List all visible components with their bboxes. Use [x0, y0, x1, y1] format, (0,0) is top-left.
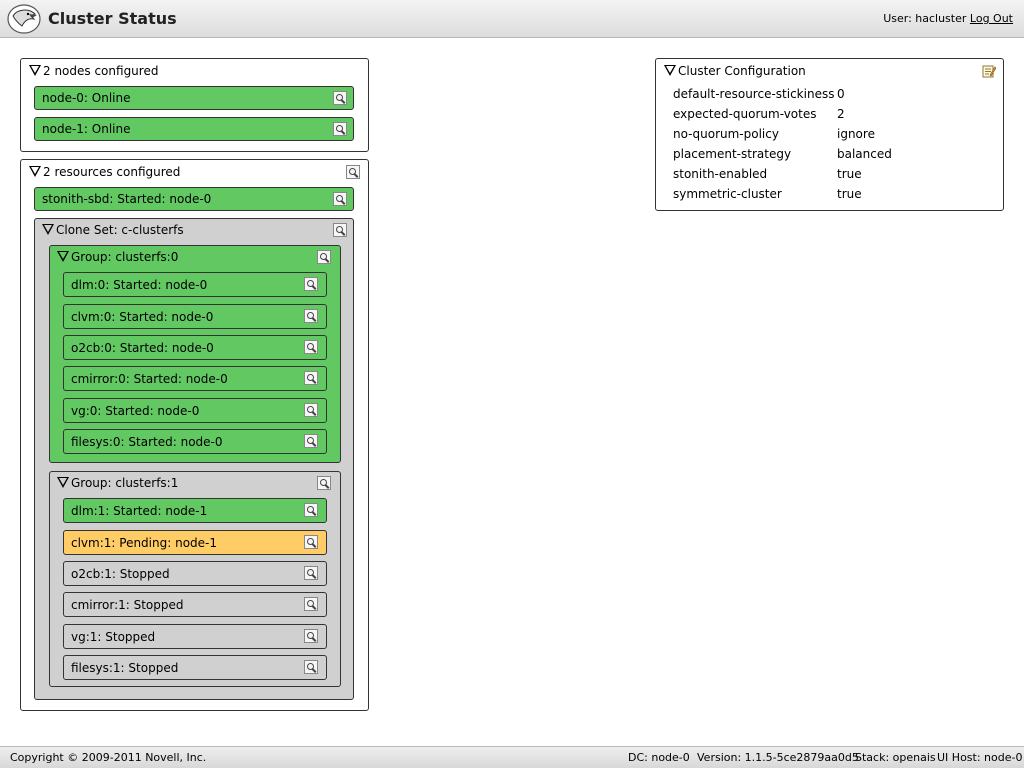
magnifier-icon[interactable]: [304, 597, 318, 611]
magnifier-icon[interactable]: [333, 192, 347, 206]
magnifier-icon[interactable]: [304, 403, 318, 417]
resource-row[interactable]: filesys:0: Started: node-0: [63, 429, 327, 454]
resource-row[interactable]: clvm:1: Pending: node-1: [63, 530, 327, 555]
config-value: true: [837, 187, 862, 201]
config-value: 0: [837, 87, 845, 101]
resource-row[interactable]: vg:0: Started: node-0: [63, 398, 327, 423]
magnifier-icon[interactable]: [317, 250, 331, 264]
clone-set: Clone Set: c-clusterfs Group: clusterfs:…: [34, 218, 354, 700]
config-key: no-quorum-policy: [673, 127, 779, 141]
resources-panel-title: 2 resources configured: [43, 165, 181, 179]
config-key: stonith-enabled: [673, 167, 768, 181]
logout-link[interactable]: Log Out: [970, 12, 1013, 25]
header-bar: Cluster Status User: hacluster Log Out: [0, 0, 1024, 38]
eagle-logo-icon: [7, 4, 41, 34]
stack-info: Stack: openais: [855, 751, 936, 764]
group-label: Group: clusterfs:1: [71, 476, 179, 490]
magnifier-icon[interactable]: [304, 660, 318, 674]
config-key: expected-quorum-votes: [673, 107, 817, 121]
resource-row[interactable]: o2cb:1: Stopped: [63, 561, 327, 586]
node-label: node-0: Online: [42, 91, 131, 105]
nodes-panel-header[interactable]: 2 nodes configured: [29, 63, 158, 79]
resource-label: vg:1: Stopped: [71, 629, 156, 644]
version-info: Version: 1.1.5-5ce2879aa0d5: [697, 751, 859, 764]
copyright-text: Copyright © 2009-2011 Novell, Inc.: [10, 751, 207, 764]
stonith-resource-row[interactable]: stonith-sbd: Started: node-0: [34, 187, 354, 211]
config-panel-title: Cluster Configuration: [678, 64, 806, 78]
magnifier-icon[interactable]: [304, 434, 318, 448]
resource-label: o2cb:1: Stopped: [71, 566, 170, 581]
footer-bar: Copyright © 2009-2011 Novell, Inc. DC: n…: [0, 746, 1024, 768]
resource-label: cmirror:1: Stopped: [71, 597, 184, 612]
config-key: symmetric-cluster: [673, 187, 782, 201]
resource-label: clvm:1: Pending: node-1: [71, 535, 217, 550]
resources-panel-header[interactable]: 2 resources configured: [29, 164, 180, 180]
resource-row[interactable]: cmirror:0: Started: node-0: [63, 366, 327, 391]
ui-host-info: UI Host: node-0: [937, 751, 1023, 764]
group-header[interactable]: Group: clusterfs:0: [57, 249, 178, 265]
resource-row[interactable]: vg:1: Stopped: [63, 624, 327, 649]
magnifier-icon[interactable]: [304, 629, 318, 643]
config-panel: Cluster Configuration default-resource-s…: [655, 58, 1004, 211]
config-value: true: [837, 167, 862, 181]
magnifier-icon[interactable]: [333, 223, 347, 237]
resource-label: stonith-sbd: Started: node-0: [42, 192, 212, 206]
node-row[interactable]: node-1: Online: [34, 117, 354, 141]
config-value: balanced: [837, 147, 892, 161]
resource-label: dlm:0: Started: node-0: [71, 277, 208, 292]
resource-label: filesys:1: Stopped: [71, 660, 179, 675]
clone-set-label: Clone Set: c-clusterfs: [56, 223, 184, 237]
nodes-panel: 2 nodes configured node-0: Online node-1…: [20, 58, 369, 152]
group-header[interactable]: Group: clusterfs:1: [57, 475, 178, 491]
node-row[interactable]: node-0: Online: [34, 86, 354, 110]
magnifier-icon[interactable]: [304, 371, 318, 385]
resource-row[interactable]: dlm:0: Started: node-0: [63, 272, 327, 297]
user-area: User: hacluster Log Out: [883, 12, 1013, 25]
node-label: node-1: Online: [42, 122, 131, 136]
magnifier-icon[interactable]: [304, 277, 318, 291]
config-panel-header[interactable]: Cluster Configuration: [664, 63, 806, 79]
page-title: Cluster Status: [48, 9, 177, 28]
group-clusterfs-0: Group: clusterfs:0 dlm:0: Started: node-…: [49, 245, 341, 463]
dc-info: DC: node-0: [628, 751, 690, 764]
resource-row[interactable]: clvm:0: Started: node-0: [63, 304, 327, 329]
clone-set-header[interactable]: Clone Set: c-clusterfs: [42, 222, 184, 238]
config-key: default-resource-stickiness: [673, 87, 835, 101]
collapse-triangle-icon[interactable]: [29, 65, 41, 76]
user-label: User: hacluster: [883, 12, 967, 25]
config-value: 2: [837, 107, 845, 121]
magnifier-icon[interactable]: [304, 535, 318, 549]
resources-panel: 2 resources configured stonith-sbd: Star…: [20, 159, 369, 711]
resource-label: cmirror:0: Started: node-0: [71, 371, 228, 386]
resource-row[interactable]: dlm:1: Started: node-1: [63, 498, 327, 523]
group-label: Group: clusterfs:0: [71, 250, 179, 264]
collapse-triangle-icon[interactable]: [29, 166, 41, 177]
magnifier-icon[interactable]: [304, 566, 318, 580]
resource-label: vg:0: Started: node-0: [71, 403, 200, 418]
config-key: placement-strategy: [673, 147, 792, 161]
collapse-triangle-icon[interactable]: [42, 224, 54, 235]
collapse-triangle-icon[interactable]: [664, 65, 676, 76]
magnifier-icon[interactable]: [333, 122, 347, 136]
resource-label: dlm:1: Started: node-1: [71, 503, 208, 518]
resource-row[interactable]: cmirror:1: Stopped: [63, 592, 327, 617]
nodes-panel-title: 2 nodes configured: [43, 64, 159, 78]
edit-icon[interactable]: [982, 64, 996, 78]
resource-label: filesys:0: Started: node-0: [71, 434, 223, 449]
resource-row[interactable]: filesys:1: Stopped: [63, 655, 327, 680]
resource-label: o2cb:0: Started: node-0: [71, 340, 214, 355]
magnifier-icon[interactable]: [317, 476, 331, 490]
group-clusterfs-1: Group: clusterfs:1 dlm:1: Started: node-…: [49, 471, 341, 687]
magnifier-icon[interactable]: [304, 309, 318, 323]
resource-label: clvm:0: Started: node-0: [71, 309, 214, 324]
magnifier-icon[interactable]: [304, 340, 318, 354]
magnifier-icon[interactable]: [304, 503, 318, 517]
collapse-triangle-icon[interactable]: [57, 251, 69, 262]
collapse-triangle-icon[interactable]: [57, 477, 69, 488]
magnifier-icon[interactable]: [346, 165, 360, 179]
resource-row[interactable]: o2cb:0: Started: node-0: [63, 335, 327, 360]
magnifier-icon[interactable]: [333, 91, 347, 105]
config-value: ignore: [837, 127, 875, 141]
